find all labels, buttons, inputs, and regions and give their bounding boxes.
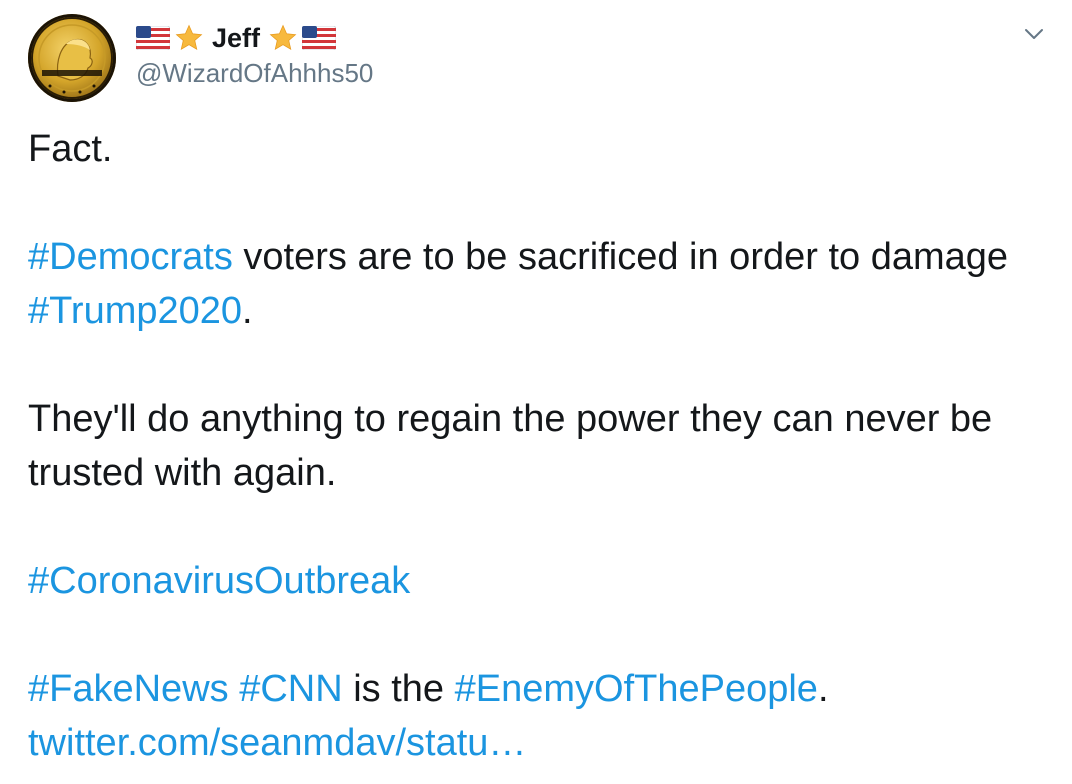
tweet-text-segment: is the <box>342 668 455 710</box>
tweet-line-fact: Fact. <box>28 128 113 170</box>
star-icon <box>269 24 297 51</box>
hashtag-cnn[interactable]: #CNN <box>239 668 342 710</box>
tweet-card: Jeff @WizardOfAhhhs50 Fact. #Democrats v… <box>0 0 1072 784</box>
tweet-text: Fact. #Democrats voters are to be sacrif… <box>28 122 1058 770</box>
tweet-text-segment <box>229 668 240 710</box>
tweet-paragraph-fakenews: #FakeNews #CNN is the #EnemyOfThePeople. <box>28 662 1058 716</box>
author-handle[interactable]: @WizardOfAhhhs50 <box>136 56 373 90</box>
tweet-link-paragraph: twitter.com/seanmdav/statu… <box>28 716 1058 770</box>
tweet-link[interactable]: twitter.com/seanmdav/statu… <box>28 722 526 764</box>
display-name[interactable]: Jeff <box>212 23 260 54</box>
tweet-text-segment: . <box>817 668 829 710</box>
tweet-text-segment: voters are to be sacrificed in order to … <box>232 236 1009 278</box>
us-flag-icon <box>302 26 337 50</box>
star-icon <box>175 24 203 51</box>
hashtag-enemyofthepeople[interactable]: #EnemyOfThePeople <box>455 668 818 710</box>
hashtag-coronavirusoutbreak[interactable]: #CoronavirusOutbreak <box>28 560 410 602</box>
author-name-row[interactable]: Jeff <box>136 18 337 58</box>
us-flag-icon <box>136 26 170 50</box>
hashtag-democrats[interactable]: #Democrats <box>28 236 233 278</box>
hashtag-fakenews[interactable]: #FakeNews <box>28 668 229 710</box>
hashtag-trump2020[interactable]: #Trump2020 <box>28 290 242 332</box>
tweet-text-segment: . <box>242 290 253 332</box>
gold-coin-image <box>31 17 113 99</box>
chevron-down-icon[interactable] <box>1022 22 1046 46</box>
tweet-paragraph-coronavirus: #CoronavirusOutbreak <box>28 554 1058 608</box>
avatar[interactable] <box>28 14 116 102</box>
tweet-paragraph-power: They'll do anything to regain the power … <box>28 398 993 494</box>
tweet-paragraph-democrats: #Democrats voters are to be sacrificed i… <box>28 230 1058 338</box>
